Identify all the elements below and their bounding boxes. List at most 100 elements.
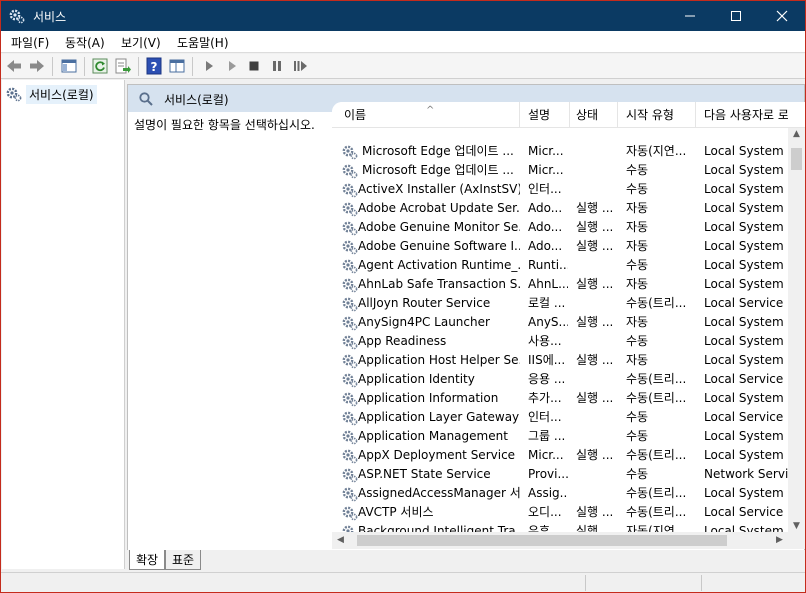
table-row[interactable]: App Readiness 사용... 수동 Local System (332, 332, 788, 351)
stop-icon[interactable] (245, 57, 263, 75)
service-name: Application Information (358, 391, 499, 405)
toolbar-separator (192, 57, 193, 76)
refresh-icon[interactable] (91, 57, 109, 75)
scroll-right-icon[interactable]: ▶ (771, 532, 788, 549)
minimize-button[interactable] (667, 1, 713, 31)
service-log-on-as: Local System (704, 353, 784, 367)
service-status (576, 180, 618, 199)
vertical-scrollbar[interactable]: ▲ ▼ (788, 128, 805, 532)
maximize-button[interactable] (713, 1, 759, 31)
console-tree-icon[interactable] (60, 57, 78, 75)
service-log-on-as: Local System (704, 315, 784, 329)
properties-pane-icon[interactable] (168, 57, 186, 75)
table-row[interactable]: ActiveX Installer (AxInstSV) 인터... 수동 Local… (332, 180, 788, 199)
service-status (576, 142, 618, 161)
toolbar-separator (84, 57, 85, 76)
service-description: Micr... (528, 144, 564, 158)
table-row[interactable]: AllJoyn Router Service 로컬 ... 수동(트리... Loca… (332, 294, 788, 313)
service-name: Adobe Genuine Software I... (358, 239, 520, 253)
table-row[interactable]: Application Identity 응용 ... 수동(트리... Local … (332, 370, 788, 389)
tab-extended[interactable]: 확장 (129, 550, 166, 570)
table-row[interactable]: Microsoft Edge 업데이트 ... Micr... 자동(지연... Lo… (332, 142, 788, 161)
service-name: Agent Activation Runtime_... (358, 258, 520, 272)
title-bar[interactable]: 서비스 (1, 1, 805, 31)
service-status: 실행 ... (576, 220, 614, 234)
service-status (576, 370, 618, 389)
service-startup-type: 수동(트리... (626, 391, 687, 405)
service-startup-type: 수동 (626, 182, 649, 196)
menu-view[interactable]: 보기(V) (121, 34, 161, 51)
service-log-on-as: Local System (704, 182, 784, 196)
pause-icon[interactable] (268, 57, 286, 75)
menu-file[interactable]: 파일(F) (11, 34, 49, 51)
table-row[interactable]: Application Information 추가... 실행 ... 수동(트리.… (332, 389, 788, 408)
table-row[interactable]: Adobe Genuine Monitor Se... Ado... 실행 ... 자… (332, 218, 788, 237)
table-row[interactable]: Application Management 그룹 ... 수동 Local Syst… (332, 427, 788, 446)
table-row[interactable]: Application Host Helper Se... IIS에... 실행 .… (332, 351, 788, 370)
service-log-on-as: Local System (704, 429, 784, 443)
restart-icon[interactable] (291, 57, 309, 75)
service-log-on-as: Local System (704, 448, 784, 462)
table-row[interactable]: Application Layer Gateway ... 인터... 수동 Loca… (332, 408, 788, 427)
help-icon[interactable]: ? (145, 57, 163, 75)
forward-arrow-icon[interactable] (28, 57, 46, 75)
service-log-on-as: Local System (704, 334, 784, 348)
service-description: Provi... (528, 467, 568, 481)
service-name: AssignedAccessManager 서... (358, 486, 520, 500)
service-gear-icon (342, 506, 358, 521)
service-log-on-as: Local System (704, 144, 784, 158)
menu-help[interactable]: 도움말(H) (177, 34, 229, 51)
table-row[interactable]: AppX Deployment Service ... Micr... 실행 ...… (332, 446, 788, 465)
horizontal-scrollbar[interactable]: ◀ ▶ (332, 532, 788, 549)
service-gear-icon (342, 373, 358, 388)
service-name: Application Layer Gateway ... (358, 410, 520, 424)
column-header-description[interactable]: 설명 (520, 102, 570, 128)
menu-action[interactable]: 동작(A) (65, 34, 105, 51)
search-magnifier-icon (139, 92, 153, 106)
service-status (576, 294, 618, 313)
table-row[interactable]: ASP.NET State Service Provi... 수동 Network S… (332, 465, 788, 484)
service-name: AhnLab Safe Transaction S... (358, 277, 520, 291)
tab-standard[interactable]: 표준 (165, 550, 202, 570)
service-startup-type: 수동 (626, 163, 649, 177)
column-header-log-on-as[interactable]: 다음 사용자로 로 (696, 102, 788, 128)
service-gear-icon (342, 240, 358, 255)
table-row[interactable]: Adobe Genuine Software I... Ado... 실행 ... 자… (332, 237, 788, 256)
service-gear-icon (342, 297, 358, 312)
service-log-on-as: Local System (704, 486, 784, 500)
service-name: App Readiness (358, 334, 447, 348)
services-list: 이름 ^ 설명 상태 시작 유형 다음 사용자로 로 Microsoft Edg… (332, 102, 805, 549)
back-arrow-icon[interactable] (5, 57, 23, 75)
service-description: Ado... (528, 201, 563, 215)
column-header-startup-type[interactable]: 시작 유형 (618, 102, 696, 128)
service-log-on-as: Network Service (704, 467, 788, 481)
services-pane: 서비스(로컬) 설명이 필요한 항목을 선택하십시오. 이름 ^ 설명 상태 시… (127, 84, 805, 570)
close-button[interactable] (759, 1, 805, 31)
service-name: Adobe Acrobat Update Ser... (358, 201, 520, 215)
service-description: Ado... (528, 239, 563, 253)
service-name: AllJoyn Router Service (358, 296, 491, 310)
table-row[interactable]: Agent Activation Runtime_... Runti... 수동 Lo… (332, 256, 788, 275)
status-bar-divider (701, 575, 702, 591)
table-row[interactable]: AssignedAccessManager 서... Assig... 수동(트리.… (332, 484, 788, 503)
column-header-name[interactable]: 이름 ^ (332, 102, 520, 128)
toolbar-separator (52, 57, 53, 76)
horizontal-scroll-thumb[interactable] (357, 535, 727, 546)
table-row[interactable]: Adobe Acrobat Update Ser... Ado... 실행 ... 자… (332, 199, 788, 218)
table-row[interactable]: AnySign4PC Launcher AnyS... 실행 ... 자동 Local … (332, 313, 788, 332)
export-list-icon[interactable] (114, 57, 132, 75)
table-row[interactable]: AhnLab Safe Transaction S... AhnL... 실행 ..… (332, 275, 788, 294)
scroll-up-icon[interactable]: ▲ (788, 129, 805, 139)
table-row[interactable]: Microsoft Edge 업데이트 ... Micr... 수동 Local Sy… (332, 161, 788, 180)
table-row[interactable]: AVCTP 서비스 오디... 실행 ... 수동(트리... Local Servic… (332, 503, 788, 522)
service-name: Microsoft Edge 업데이트 ... (362, 144, 514, 158)
service-log-on-as: Local Service (704, 296, 784, 310)
service-log-on-as: Local Service (704, 505, 784, 519)
scroll-down-icon[interactable]: ▼ (788, 521, 805, 531)
scroll-left-icon[interactable]: ◀ (332, 532, 349, 549)
service-description: Micr... (528, 448, 564, 462)
column-header-status[interactable]: 상태 (570, 102, 618, 128)
play-icon[interactable] (200, 57, 218, 75)
vertical-scroll-thumb[interactable] (791, 148, 802, 170)
play-alt-icon[interactable] (223, 57, 241, 75)
